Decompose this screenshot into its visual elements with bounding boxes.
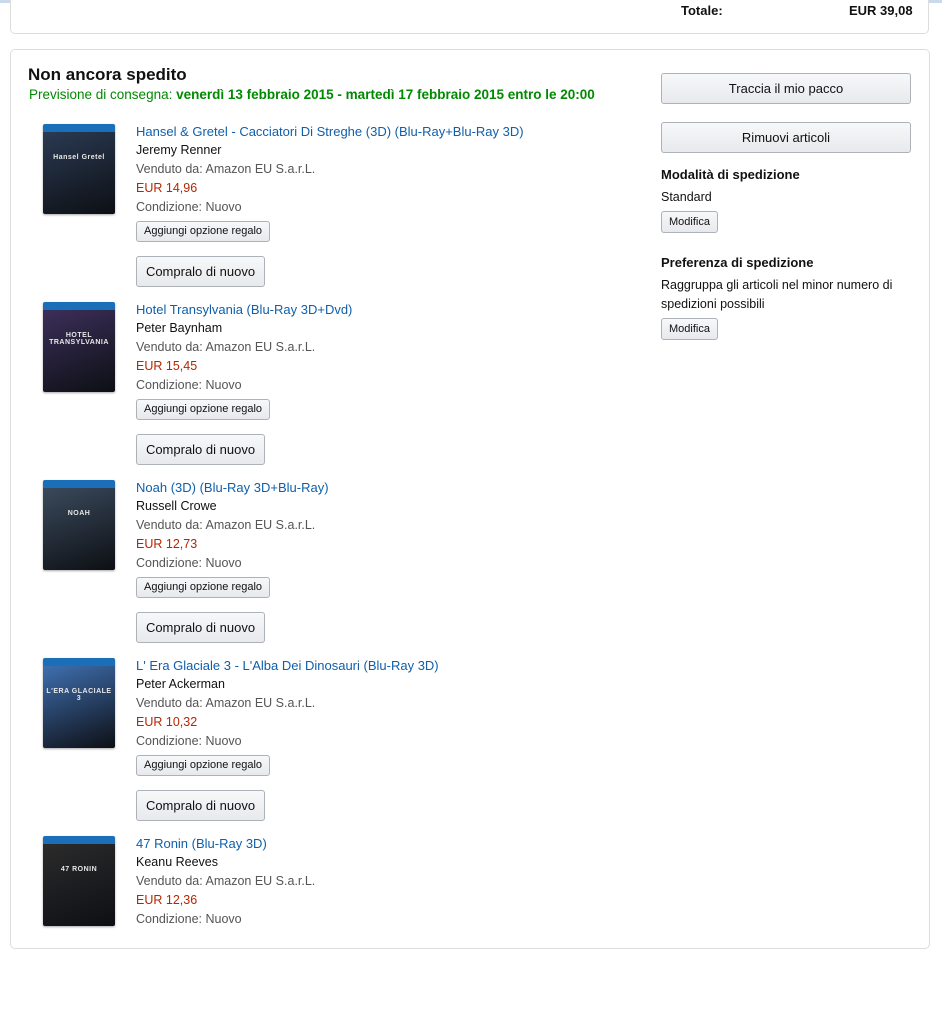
product-thumbnail[interactable]: HOTEL TRANSYLVANIA: [43, 302, 115, 392]
product-author: Peter Baynham: [136, 321, 223, 335]
cover-title: L'ERA GLACIALE 3: [46, 688, 112, 702]
buy-again-button[interactable]: Compralo di nuovo: [136, 612, 265, 643]
bluray-band: [43, 124, 115, 132]
cover-title: 47 RONIN: [60, 866, 98, 873]
cover-title: Hansel Gretel: [53, 154, 105, 161]
product-title-link[interactable]: Hansel & Gretel - Cacciatori Di Streghe …: [136, 124, 524, 139]
cover-art: [43, 488, 115, 570]
product-price: EUR 14,96: [136, 181, 198, 195]
bluray-band: [43, 658, 115, 666]
shipment-status-title: Non ancora spedito: [28, 65, 187, 84]
order-item: HOTEL TRANSYLVANIA Hotel Transylvania (B…: [0, 302, 640, 480]
product-price: EUR 15,45: [136, 359, 198, 373]
add-gift-option-button[interactable]: Aggiungi opzione regalo: [136, 755, 271, 776]
product-author: Jeremy Renner: [136, 143, 222, 157]
bluray-band: [43, 480, 115, 488]
shipping-method-heading: Modalità di spedizione: [661, 167, 800, 182]
order-item: NOAH Noah (3D) (Blu-Ray 3D+Blu-Ray) Russ…: [0, 480, 640, 658]
add-gift-option-button[interactable]: Aggiungi opzione regalo: [136, 577, 271, 598]
product-seller: Venduto da: Amazon EU S.a.r.L.: [136, 696, 316, 710]
cover-art: [43, 310, 115, 392]
order-item: L'ERA GLACIALE 3 L' Era Glaciale 3 - L'A…: [0, 658, 640, 836]
buy-again-button[interactable]: Compralo di nuovo: [136, 434, 265, 465]
cover-art: [43, 132, 115, 214]
product-condition: Condizione: Nuovo: [136, 912, 242, 926]
order-total-value: EUR 39,08: [849, 3, 913, 18]
order-item: Hansel Gretel Hansel & Gretel - Cacciato…: [0, 124, 640, 302]
edit-shipping-method-button[interactable]: Modifica: [661, 211, 718, 233]
remove-items-button[interactable]: Rimuovi articoli: [661, 122, 911, 153]
shipping-method-value: Standard: [661, 190, 712, 204]
delivery-estimate: Previsione di consegna: venerdì 13 febbr…: [29, 87, 595, 102]
buy-again-button[interactable]: Compralo di nuovo: [136, 790, 265, 821]
order-item: 47 RONIN 47 Ronin (Blu-Ray 3D) Keanu Ree…: [0, 836, 640, 1014]
product-thumbnail[interactable]: NOAH: [43, 480, 115, 570]
track-package-button[interactable]: Traccia il mio pacco: [661, 73, 911, 104]
product-condition: Condizione: Nuovo: [136, 378, 242, 392]
product-thumbnail[interactable]: 47 RONIN: [43, 836, 115, 926]
add-gift-option-button[interactable]: Aggiungi opzione regalo: [136, 399, 271, 420]
cover-art: [43, 844, 115, 926]
product-title-link[interactable]: Hotel Transylvania (Blu-Ray 3D+Dvd): [136, 302, 352, 317]
product-author: Keanu Reeves: [136, 855, 219, 869]
product-condition: Condizione: Nuovo: [136, 556, 242, 570]
product-seller: Venduto da: Amazon EU S.a.r.L.: [136, 518, 316, 532]
product-seller: Venduto da: Amazon EU S.a.r.L.: [136, 162, 316, 176]
bluray-band: [43, 836, 115, 844]
product-condition: Condizione: Nuovo: [136, 200, 242, 214]
order-total-label: Totale:: [681, 3, 723, 18]
cover-art: [43, 666, 115, 748]
shipping-preference-heading: Preferenza di spedizione: [661, 255, 814, 270]
cover-title: NOAH: [67, 510, 91, 517]
bluray-band: [43, 302, 115, 310]
product-title-link[interactable]: 47 Ronin (Blu-Ray 3D): [136, 836, 267, 851]
delivery-estimate-label: Previsione di consegna:: [29, 87, 173, 102]
product-title-link[interactable]: L' Era Glaciale 3 - L'Alba Dei Dinosauri…: [136, 658, 439, 673]
shipping-preference-value: Raggruppa gli articoli nel minor numero …: [661, 278, 893, 311]
delivery-estimate-dates: venerdì 13 febbraio 2015 - martedì 17 fe…: [176, 87, 595, 102]
cover-title: HOTEL TRANSYLVANIA: [49, 332, 109, 346]
product-thumbnail[interactable]: L'ERA GLACIALE 3: [43, 658, 115, 748]
product-price: EUR 12,36: [136, 893, 198, 907]
product-price: EUR 12,73: [136, 537, 198, 551]
product-seller: Venduto da: Amazon EU S.a.r.L.: [136, 340, 316, 354]
add-gift-option-button[interactable]: Aggiungi opzione regalo: [136, 221, 271, 242]
product-thumbnail[interactable]: Hansel Gretel: [43, 124, 115, 214]
product-author: Russell Crowe: [136, 499, 217, 513]
product-title-link[interactable]: Noah (3D) (Blu-Ray 3D+Blu-Ray): [136, 480, 329, 495]
product-seller: Venduto da: Amazon EU S.a.r.L.: [136, 874, 316, 888]
order-summary-box: [10, 0, 929, 34]
edit-shipping-preference-button[interactable]: Modifica: [661, 318, 718, 340]
product-price: EUR 10,32: [136, 715, 198, 729]
buy-again-button[interactable]: Compralo di nuovo: [136, 256, 265, 287]
product-condition: Condizione: Nuovo: [136, 734, 242, 748]
product-author: Peter Ackerman: [136, 677, 225, 691]
